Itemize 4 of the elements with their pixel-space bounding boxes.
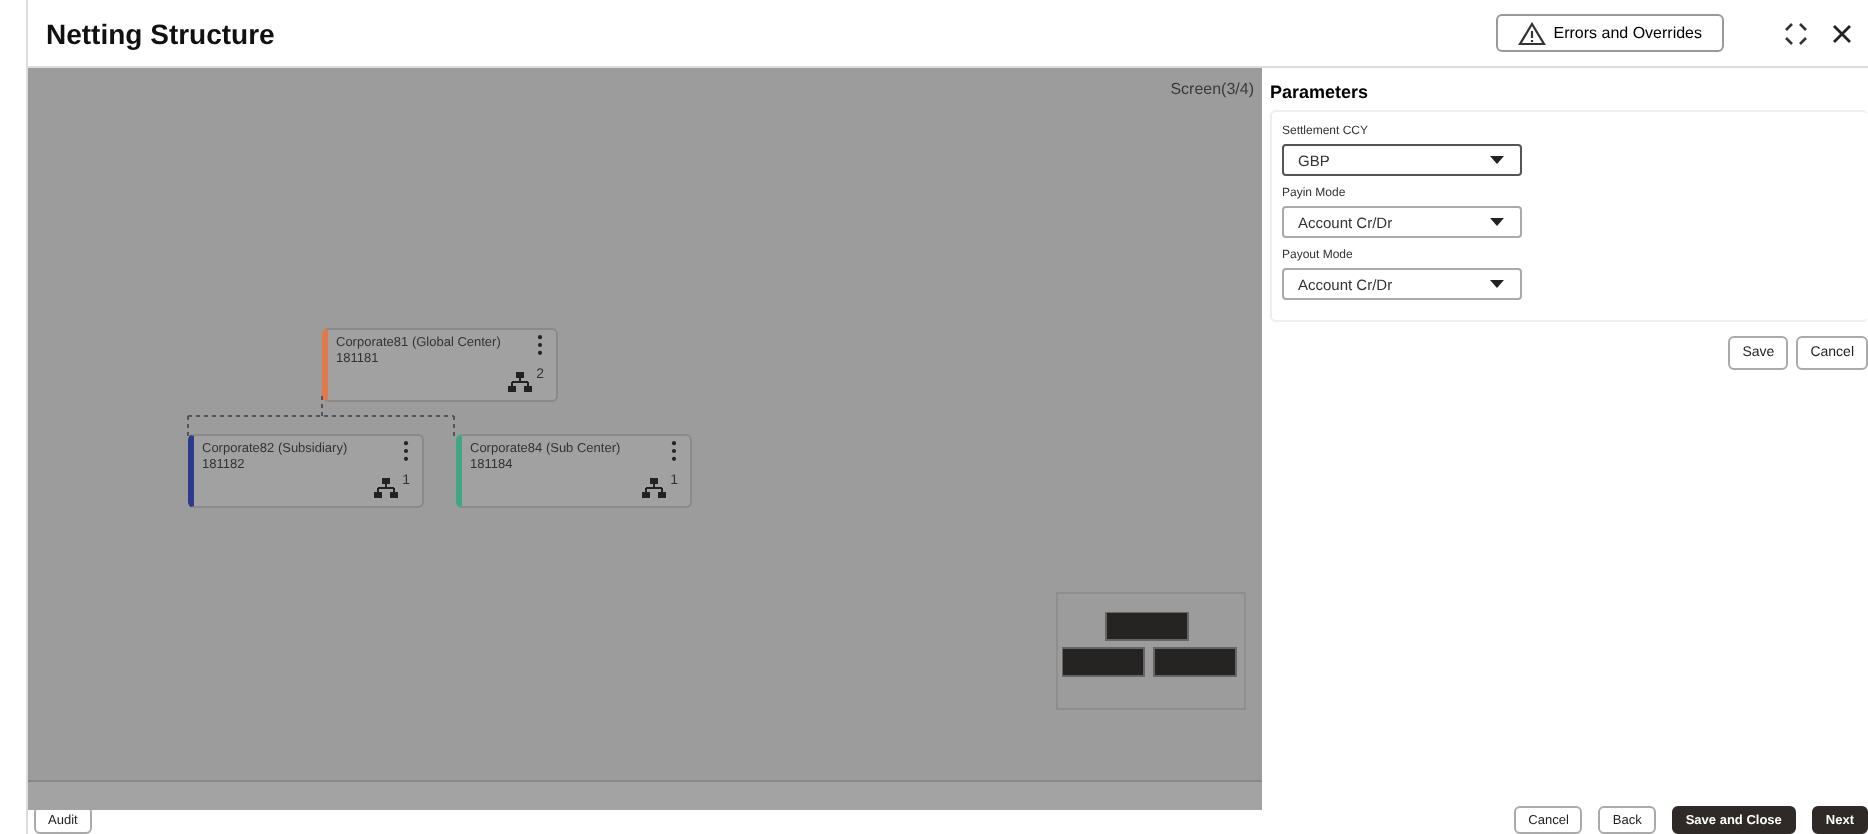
errors-button[interactable]: Errors and Overrides [1495, 14, 1724, 52]
panel-title: Parameters [1270, 82, 1371, 102]
window-title: Netting Structure [46, 17, 275, 49]
screen-label: Screen(3/4) [1170, 80, 1254, 98]
